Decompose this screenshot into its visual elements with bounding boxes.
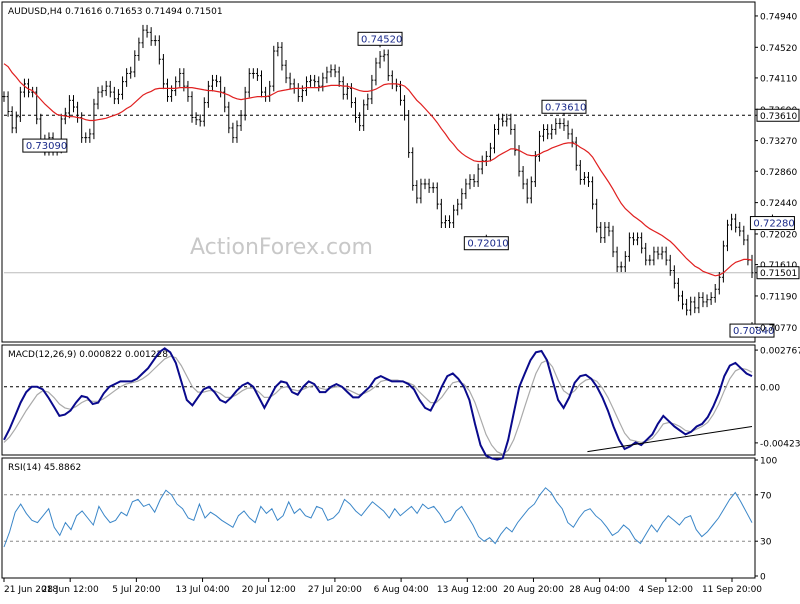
price-y-tick-label: 0.72020 bbox=[760, 230, 797, 240]
price-y-tick-label: 0.71190 bbox=[760, 292, 797, 302]
rsi-y-tick-label: 70 bbox=[760, 491, 772, 501]
watermark-text: ActionForex.com bbox=[190, 235, 373, 260]
price-y-tick-label: 0.74520 bbox=[760, 44, 797, 54]
annotation-label: 0.73090 bbox=[26, 141, 67, 152]
macd-panel-frame bbox=[1, 344, 756, 456]
macd-y-tick-label: 0.002767 bbox=[760, 347, 800, 357]
x-tick-label: 28 Aug 04:00 bbox=[569, 585, 630, 595]
x-tick-label: 6 Aug 04:00 bbox=[374, 585, 429, 595]
price-y-tick-label: 0.72860 bbox=[760, 168, 797, 178]
audusd-chart: ActionForex.com AUDUSD,H4 0.71616 0.7165… bbox=[1, 1, 800, 595]
macd-y-tick-label: 0.00 bbox=[760, 383, 780, 393]
annotation-label: 0.73610 bbox=[545, 102, 586, 113]
x-tick-label: 13 Aug 12:00 bbox=[437, 585, 498, 595]
x-tick-label: 4 Sep 12:00 bbox=[639, 585, 694, 595]
annotation-0.74520: 0.74520 bbox=[357, 31, 403, 48]
annotation-label: 0.72280 bbox=[753, 219, 794, 230]
price-y-tick-label: 0.72440 bbox=[760, 199, 797, 209]
price-y-tick-label: 0.73270 bbox=[760, 137, 797, 147]
price-y-tick-label: 0.74110 bbox=[760, 74, 797, 84]
annotation-0.72280: 0.72280 bbox=[749, 214, 795, 231]
price-y-tick-label: 0.73610 bbox=[760, 112, 797, 122]
rsi-y-tick-label: 30 bbox=[760, 538, 772, 548]
x-axis: 21 Jun 201828 Jun 12:00 5 Jul 20:00 13 Jul… bbox=[3, 578, 762, 595]
annotation-0.72010: 0.72010 bbox=[463, 234, 509, 251]
price-y-axis: 0.749400.745200.741100.736900.736100.732… bbox=[755, 12, 800, 334]
rsi-y-axis: 100 70 30 0 bbox=[755, 457, 777, 583]
annotation-0.73090: 0.73090 bbox=[22, 138, 68, 155]
x-tick-label: 27 Jul 20:00 bbox=[308, 585, 362, 595]
price-y-tick-label: 0.74940 bbox=[760, 12, 797, 22]
rsi-y-tick-label: 0 bbox=[760, 573, 766, 583]
macd-y-tick-label: -0.004237 bbox=[760, 439, 800, 449]
annotation-0.73610: 0.73610 bbox=[541, 99, 587, 116]
price-y-tick-label: 0.70770 bbox=[760, 324, 797, 334]
price-y-tick-label: 0.71501 bbox=[760, 269, 797, 279]
x-tick-label: 11 Sep 20:00 bbox=[702, 585, 762, 595]
chart-root: ActionForex.com AUDUSD,H4 0.71616 0.7165… bbox=[0, 0, 800, 600]
x-tick-label: 13 Jul 04:00 bbox=[176, 585, 230, 595]
annotation-label: 0.72010 bbox=[467, 239, 508, 250]
rsi-panel-frame bbox=[1, 457, 756, 579]
price-panel-header: AUDUSD,H4 0.71616 0.71653 0.71494 0.7150… bbox=[8, 7, 223, 17]
x-tick-label: 20 Aug 20:00 bbox=[503, 585, 564, 595]
x-tick-label: 20 Jul 12:00 bbox=[242, 585, 296, 595]
x-tick-label: 28 Jun 12:00 bbox=[42, 585, 99, 595]
annotation-label: 0.74520 bbox=[361, 34, 402, 45]
macd-y-axis: 0.002767 0.00 -0.004237 bbox=[755, 347, 800, 449]
rsi-y-tick-label: 100 bbox=[760, 457, 777, 467]
x-tick-label: 5 Jul 20:00 bbox=[112, 585, 161, 595]
price-panel-frame bbox=[1, 1, 756, 343]
macd-panel-header: MACD(12,26,9) 0.000822 0.001228 bbox=[8, 350, 168, 360]
rsi-panel-header: RSI(14) 45.8862 bbox=[8, 463, 81, 473]
